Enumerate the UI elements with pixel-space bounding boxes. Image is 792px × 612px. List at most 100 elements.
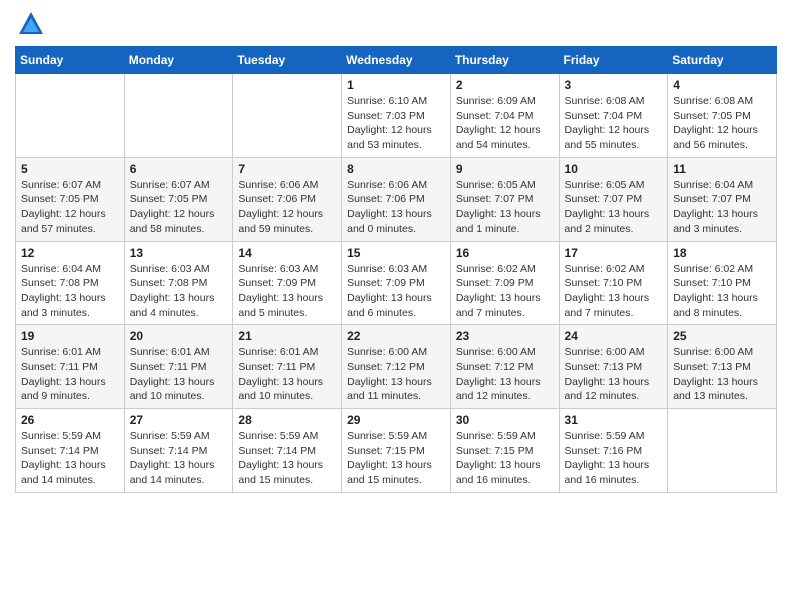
day-number: 18: [673, 246, 771, 260]
day-info: Sunrise: 6:01 AMSunset: 7:11 PMDaylight:…: [238, 345, 336, 404]
calendar-cell-day-5: 5 Sunrise: 6:07 AMSunset: 7:05 PMDaylight…: [16, 157, 125, 241]
day-info: Sunrise: 5:59 AMSunset: 7:14 PMDaylight:…: [238, 429, 336, 488]
calendar-cell-day-24: 24Sunrise: 6:00 AMSunset: 7:13 PMDayligh…: [559, 325, 668, 409]
calendar-cell-day-29: 29 Sunrise: 5:59 AMSunset: 7:15 PMDayligh…: [342, 409, 451, 493]
calendar-cell-day-28: 28 Sunrise: 5:59 AMSunset: 7:14 PMDayligh…: [233, 409, 342, 493]
weekday-header-thursday: Thursday: [450, 47, 559, 74]
day-number: 22: [347, 329, 445, 343]
calendar-table: SundayMondayTuesdayWednesdayThursdayFrid…: [15, 46, 777, 493]
calendar-cell-day-27: 27 Sunrise: 5:59 AMSunset: 7:14 PMDayligh…: [124, 409, 233, 493]
logo: [15, 10, 45, 38]
day-number: 17: [565, 246, 663, 260]
day-number: 23: [456, 329, 554, 343]
day-number: 19: [21, 329, 119, 343]
calendar-cell-day-6: 6 Sunrise: 6:07 AMSunset: 7:05 PMDaylight…: [124, 157, 233, 241]
day-number: 29: [347, 413, 445, 427]
day-info: Sunrise: 6:02 AMSunset: 7:10 PMDaylight:…: [565, 262, 663, 321]
calendar-cell-day-11: 11 Sunrise: 6:04 AMSunset: 7:07 PMDayligh…: [668, 157, 777, 241]
calendar-cell-empty: [124, 74, 233, 158]
calendar-cell-day-17: 17 Sunrise: 6:02 AMSunset: 7:10 PMDayligh…: [559, 241, 668, 325]
calendar-cell-day-30: 30 Sunrise: 5:59 AMSunset: 7:15 PMDayligh…: [450, 409, 559, 493]
day-info: Sunrise: 6:02 AMSunset: 7:09 PMDaylight:…: [456, 262, 554, 321]
day-info: Sunrise: 6:04 AMSunset: 7:07 PMDaylight:…: [673, 178, 771, 237]
day-number: 13: [130, 246, 228, 260]
day-info: Sunrise: 6:00 AMSunset: 7:12 PMDaylight:…: [456, 345, 554, 404]
calendar-cell-day-14: 14Sunrise: 6:03 AMSunset: 7:09 PMDayligh…: [233, 241, 342, 325]
day-number: 26: [21, 413, 119, 427]
day-number: 10: [565, 162, 663, 176]
day-info: Sunrise: 6:00 AMSunset: 7:12 PMDaylight:…: [347, 345, 445, 404]
day-info: Sunrise: 6:03 AMSunset: 7:08 PMDaylight:…: [130, 262, 228, 321]
day-number: 31: [565, 413, 663, 427]
day-number: 2: [456, 78, 554, 92]
day-info: Sunrise: 6:03 AMSunset: 7:09 PMDaylight:…: [347, 262, 445, 321]
day-number: 7: [238, 162, 336, 176]
calendar-week-3: 12Sunrise: 6:04 AMSunset: 7:08 PMDayligh…: [16, 241, 777, 325]
header: [15, 10, 777, 38]
day-number: 27: [130, 413, 228, 427]
day-number: 20: [130, 329, 228, 343]
calendar-cell-day-1: 1Sunrise: 6:10 AMSunset: 7:03 PMDaylight…: [342, 74, 451, 158]
calendar-cell-day-10: 10 Sunrise: 6:05 AMSunset: 7:07 PMDayligh…: [559, 157, 668, 241]
calendar-cell-empty: [233, 74, 342, 158]
day-number: 9: [456, 162, 554, 176]
calendar-cell-day-31: 31 Sunrise: 5:59 AMSunset: 7:16 PMDayligh…: [559, 409, 668, 493]
calendar-cell-day-13: 13 Sunrise: 6:03 AMSunset: 7:08 PMDayligh…: [124, 241, 233, 325]
calendar-cell-day-4: 4 Sunrise: 6:08 AMSunset: 7:05 PMDaylight…: [668, 74, 777, 158]
day-info: Sunrise: 6:01 AMSunset: 7:11 PMDaylight:…: [130, 345, 228, 404]
day-number: 12: [21, 246, 119, 260]
calendar-cell-day-9: 9 Sunrise: 6:05 AMSunset: 7:07 PMDaylight…: [450, 157, 559, 241]
day-info: Sunrise: 6:05 AMSunset: 7:07 PMDaylight:…: [456, 178, 554, 237]
calendar-cell-day-26: 26Sunrise: 5:59 AMSunset: 7:14 PMDayligh…: [16, 409, 125, 493]
weekday-header-wednesday: Wednesday: [342, 47, 451, 74]
calendar-cell-day-12: 12Sunrise: 6:04 AMSunset: 7:08 PMDayligh…: [16, 241, 125, 325]
weekday-header-tuesday: Tuesday: [233, 47, 342, 74]
calendar-cell-day-21: 21 Sunrise: 6:01 AMSunset: 7:11 PMDayligh…: [233, 325, 342, 409]
day-number: 30: [456, 413, 554, 427]
calendar-cell-day-16: 16 Sunrise: 6:02 AMSunset: 7:09 PMDayligh…: [450, 241, 559, 325]
calendar-cell-day-3: 3Sunrise: 6:08 AMSunset: 7:04 PMDaylight…: [559, 74, 668, 158]
day-info: Sunrise: 5:59 AMSunset: 7:14 PMDaylight:…: [130, 429, 228, 488]
day-info: Sunrise: 6:00 AMSunset: 7:13 PMDaylight:…: [565, 345, 663, 404]
logo-icon: [17, 10, 45, 38]
calendar-week-5: 26 Sunrise: 5:59 AMSunset: 7:14 PMDayligh…: [16, 409, 777, 493]
day-number: 16: [456, 246, 554, 260]
day-number: 21: [238, 329, 336, 343]
calendar-cell-day-15: 15 Sunrise: 6:03 AMSunset: 7:09 PMDayligh…: [342, 241, 451, 325]
calendar-cell-day-7: 7Sunrise: 6:06 AMSunset: 7:06 PMDaylight…: [233, 157, 342, 241]
day-info: Sunrise: 5:59 AMSunset: 7:16 PMDaylight:…: [565, 429, 663, 488]
day-info: Sunrise: 6:01 AMSunset: 7:11 PMDaylight:…: [21, 345, 119, 404]
calendar-week-2: 5 Sunrise: 6:07 AMSunset: 7:05 PMDaylight…: [16, 157, 777, 241]
day-number: 6: [130, 162, 228, 176]
day-number: 8: [347, 162, 445, 176]
day-number: 14: [238, 246, 336, 260]
calendar-week-1: 1Sunrise: 6:10 AMSunset: 7:03 PMDaylight…: [16, 74, 777, 158]
day-number: 5: [21, 162, 119, 176]
calendar-cell-day-19: 19 Sunrise: 6:01 AMSunset: 7:11 PMDayligh…: [16, 325, 125, 409]
weekday-header-sunday: Sunday: [16, 47, 125, 74]
day-number: 28: [238, 413, 336, 427]
day-info: Sunrise: 6:05 AMSunset: 7:07 PMDaylight:…: [565, 178, 663, 237]
calendar-cell-day-25: 25 Sunrise: 6:00 AMSunset: 7:13 PMDayligh…: [668, 325, 777, 409]
day-info: Sunrise: 6:07 AMSunset: 7:05 PMDaylight:…: [130, 178, 228, 237]
day-info: Sunrise: 6:07 AMSunset: 7:05 PMDaylight:…: [21, 178, 119, 237]
day-number: 1: [347, 78, 445, 92]
day-number: 25: [673, 329, 771, 343]
day-info: Sunrise: 6:06 AMSunset: 7:06 PMDaylight:…: [347, 178, 445, 237]
day-info: Sunrise: 6:02 AMSunset: 7:10 PMDaylight:…: [673, 262, 771, 321]
day-number: 11: [673, 162, 771, 176]
day-number: 4: [673, 78, 771, 92]
weekday-header-saturday: Saturday: [668, 47, 777, 74]
day-info: Sunrise: 5:59 AMSunset: 7:15 PMDaylight:…: [456, 429, 554, 488]
day-info: Sunrise: 6:09 AMSunset: 7:04 PMDaylight:…: [456, 94, 554, 153]
weekday-header-friday: Friday: [559, 47, 668, 74]
day-info: Sunrise: 5:59 AMSunset: 7:15 PMDaylight:…: [347, 429, 445, 488]
day-info: Sunrise: 6:08 AMSunset: 7:05 PMDaylight:…: [673, 94, 771, 153]
day-number: 15: [347, 246, 445, 260]
page: SundayMondayTuesdayWednesdayThursdayFrid…: [0, 0, 792, 503]
day-info: Sunrise: 6:00 AMSunset: 7:13 PMDaylight:…: [673, 345, 771, 404]
calendar-cell-day-8: 8 Sunrise: 6:06 AMSunset: 7:06 PMDaylight…: [342, 157, 451, 241]
calendar-header-row: SundayMondayTuesdayWednesdayThursdayFrid…: [16, 47, 777, 74]
day-info: Sunrise: 6:08 AMSunset: 7:04 PMDaylight:…: [565, 94, 663, 153]
calendar-week-4: 19 Sunrise: 6:01 AMSunset: 7:11 PMDayligh…: [16, 325, 777, 409]
